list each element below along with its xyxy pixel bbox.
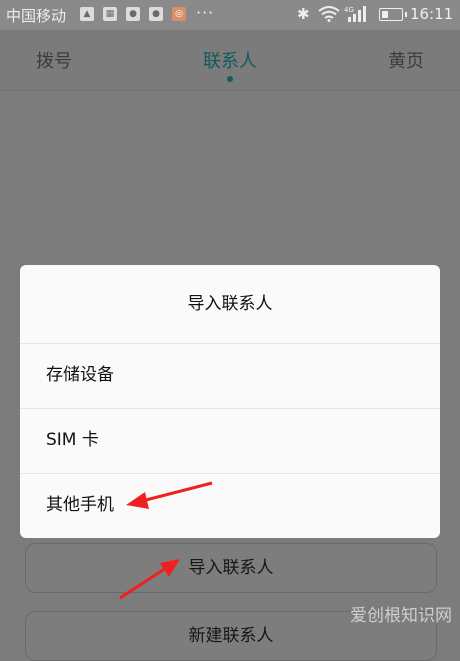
watermark: 爱创根知识网 [350,606,452,626]
annotation-arrows [119,481,213,600]
arrow-to-import-button [119,559,180,600]
arrow-to-other-phone [126,481,213,509]
